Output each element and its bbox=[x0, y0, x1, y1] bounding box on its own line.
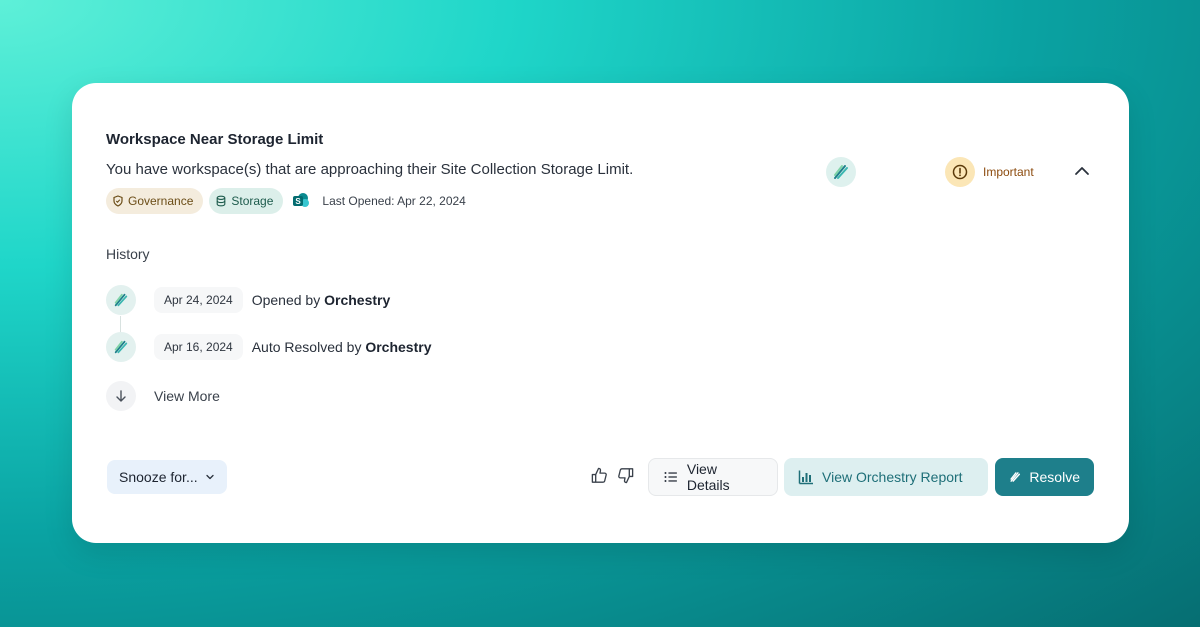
history-avatar bbox=[106, 285, 136, 315]
view-more-button[interactable]: View More bbox=[106, 381, 220, 411]
last-opened-text: Last Opened: Apr 22, 2024 bbox=[322, 194, 466, 208]
arrow-down-badge bbox=[106, 381, 136, 411]
svg-text:S: S bbox=[296, 197, 302, 206]
importance-badge bbox=[945, 157, 975, 187]
feedback-buttons bbox=[590, 466, 635, 485]
thumbs-down-icon[interactable] bbox=[616, 466, 635, 485]
orchestry-logo-icon bbox=[114, 340, 128, 354]
snooze-label: Snooze for... bbox=[119, 469, 198, 485]
list-icon bbox=[664, 472, 677, 482]
chevron-down-icon bbox=[206, 474, 214, 480]
arrow-down-icon bbox=[116, 390, 126, 402]
snooze-dropdown[interactable]: Snooze for... bbox=[107, 460, 227, 494]
resolve-label: Resolve bbox=[1029, 469, 1080, 485]
alert-title: Workspace Near Storage Limit bbox=[106, 131, 324, 148]
importance-label: Important bbox=[983, 165, 1034, 179]
history-actor: Orchestry bbox=[324, 292, 391, 308]
view-more-label: View More bbox=[154, 388, 220, 404]
chevron-up-icon[interactable] bbox=[1072, 161, 1092, 181]
view-details-button[interactable]: View Details bbox=[648, 458, 778, 496]
view-details-label: View Details bbox=[686, 461, 730, 493]
tag-storage[interactable]: Storage bbox=[209, 188, 284, 214]
tag-governance[interactable]: Governance bbox=[106, 188, 204, 214]
importance-indicator: Important bbox=[945, 157, 1034, 187]
history-text: Opened by Orchestry bbox=[252, 292, 391, 308]
orchestry-logo-icon bbox=[114, 293, 128, 307]
view-report-button[interactable]: View Orchestry Report bbox=[784, 458, 988, 496]
orchestry-logo-icon bbox=[834, 165, 848, 179]
bar-chart-icon bbox=[798, 470, 813, 485]
resolve-button[interactable]: Resolve bbox=[995, 458, 1094, 496]
history-actor: Orchestry bbox=[365, 339, 432, 355]
history-action: Opened by bbox=[251, 292, 321, 308]
thumbs-up-icon[interactable] bbox=[590, 466, 609, 485]
history-heading: History bbox=[106, 246, 150, 262]
orchestry-logo-icon bbox=[1010, 472, 1021, 482]
alert-description: You have workspace(s) that are approachi… bbox=[106, 161, 634, 178]
history-text: Auto Resolved by Orchestry bbox=[252, 339, 432, 355]
history-avatar bbox=[106, 332, 136, 362]
alert-card: Workspace Near Storage Limit You have wo… bbox=[72, 83, 1129, 543]
view-report-label: View Orchestry Report bbox=[822, 469, 963, 485]
history-date: Apr 16, 2024 bbox=[154, 334, 243, 360]
history-entry: Apr 16, 2024 Auto Resolved by Orchestry bbox=[106, 332, 432, 362]
orchestry-logo-badge bbox=[826, 157, 856, 187]
history-action: Auto Resolved by bbox=[251, 339, 362, 355]
alert-tags: Governance Storage S Last Opened: Apr 22… bbox=[106, 188, 466, 214]
history-date: Apr 24, 2024 bbox=[154, 287, 243, 313]
shield-icon bbox=[113, 195, 123, 207]
database-icon bbox=[217, 195, 226, 207]
tag-governance-label: Governance bbox=[128, 194, 194, 208]
exclamation-icon bbox=[952, 164, 968, 180]
sharepoint-icon: S bbox=[293, 193, 310, 207]
history-entry: Apr 24, 2024 Opened by Orchestry bbox=[106, 285, 390, 315]
tag-storage-label: Storage bbox=[231, 194, 274, 208]
